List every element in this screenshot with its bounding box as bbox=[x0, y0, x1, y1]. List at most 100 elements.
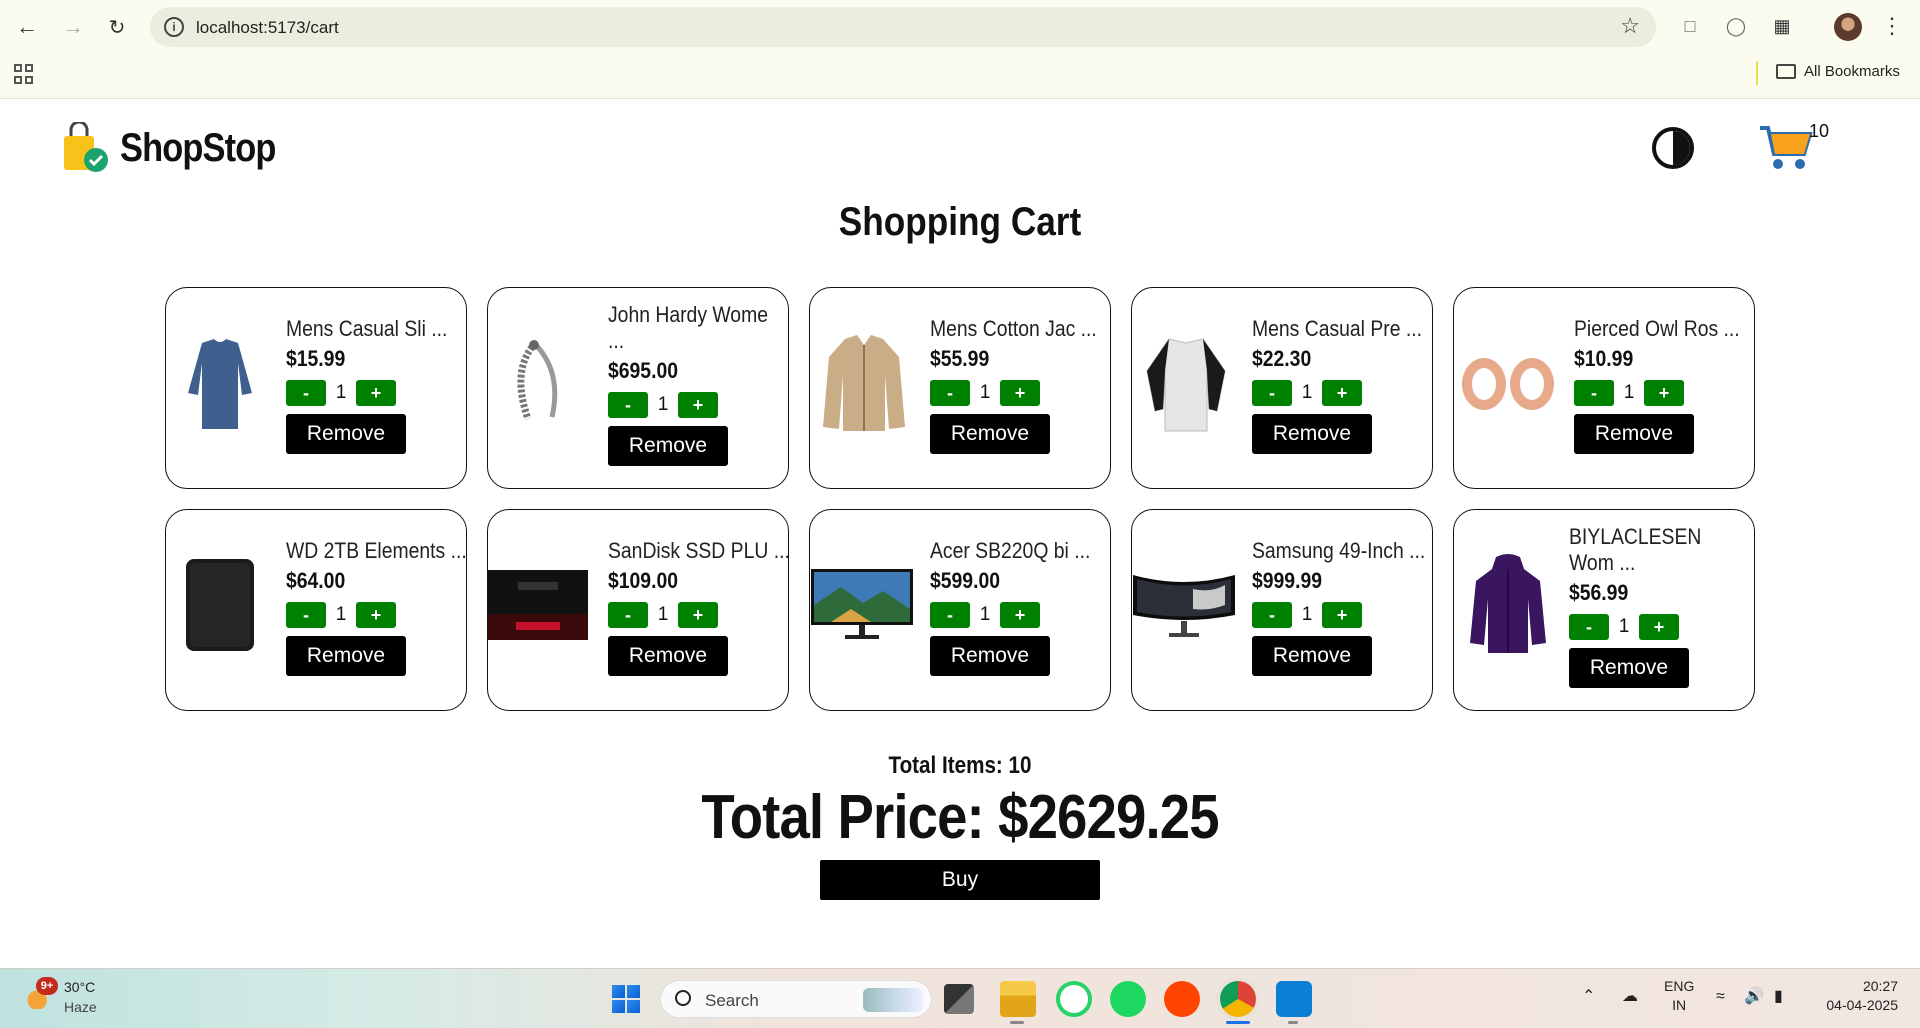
extension-shield-icon[interactable]: ◯ bbox=[1722, 12, 1750, 40]
reddit-icon[interactable] bbox=[1164, 981, 1200, 1017]
search-icon bbox=[675, 990, 691, 1006]
wifi-icon[interactable]: ≈ bbox=[1716, 987, 1725, 1006]
increase-qty-button[interactable]: + bbox=[1644, 380, 1684, 406]
product-name[interactable]: Mens Casual Pre ... bbox=[1252, 316, 1422, 342]
language-indicator[interactable]: ENG IN bbox=[1664, 977, 1694, 1015]
increase-qty-button[interactable]: + bbox=[356, 380, 396, 406]
product-image bbox=[170, 328, 270, 438]
search-highlight-image bbox=[863, 988, 923, 1012]
total-price: Total Price: $2629.25 bbox=[701, 783, 1219, 852]
decrease-qty-button[interactable]: - bbox=[608, 392, 648, 418]
search-label: Search bbox=[705, 991, 759, 1010]
spotify-icon[interactable] bbox=[1110, 981, 1146, 1017]
extensions-puzzle-icon[interactable]: ▦ bbox=[1768, 12, 1796, 40]
remove-button[interactable]: Remove bbox=[1252, 636, 1372, 676]
extension-code-icon[interactable]: □ bbox=[1676, 12, 1704, 40]
decrease-qty-button[interactable]: - bbox=[608, 602, 648, 628]
reload-icon[interactable]: ↻ bbox=[100, 10, 134, 44]
weather-badge: 9+ bbox=[36, 977, 58, 995]
product-name[interactable]: SanDisk SSD PLU ... bbox=[608, 538, 790, 564]
file-explorer-icon[interactable] bbox=[1000, 981, 1036, 1017]
windows-start-icon[interactable] bbox=[612, 985, 640, 1013]
ssd-image-icon bbox=[488, 570, 588, 640]
product-price: $599.00 bbox=[930, 568, 1000, 593]
clock[interactable]: 20:27 04-04-2025 bbox=[1818, 977, 1898, 1015]
chevron-up-icon[interactable]: ⌃ bbox=[1582, 987, 1595, 1006]
decrease-qty-button[interactable]: - bbox=[286, 602, 326, 628]
language-code: ENG bbox=[1664, 978, 1695, 994]
vscode-icon[interactable] bbox=[1276, 981, 1312, 1017]
weather-temperature[interactable]: 30°C bbox=[64, 979, 95, 995]
buy-button[interactable]: Buy bbox=[820, 860, 1100, 900]
decrease-qty-button[interactable]: - bbox=[1252, 602, 1292, 628]
remove-button[interactable]: Remove bbox=[608, 636, 728, 676]
increase-qty-button[interactable]: + bbox=[678, 392, 718, 418]
product-image bbox=[170, 550, 270, 660]
product-image bbox=[1458, 328, 1558, 438]
decrease-qty-button[interactable]: - bbox=[1569, 614, 1609, 640]
decrease-qty-button[interactable]: - bbox=[1252, 380, 1292, 406]
increase-qty-button[interactable]: + bbox=[678, 602, 718, 628]
decrease-qty-button[interactable]: - bbox=[930, 602, 970, 628]
total-items: Total Items: 10 bbox=[888, 752, 1032, 779]
decrease-qty-button[interactable]: - bbox=[1574, 380, 1614, 406]
product-price: $55.99 bbox=[930, 346, 990, 371]
apps-grid-icon[interactable] bbox=[14, 64, 34, 84]
task-view-icon[interactable] bbox=[944, 984, 974, 1014]
remove-button[interactable]: Remove bbox=[930, 414, 1050, 454]
remove-button[interactable]: Remove bbox=[608, 426, 728, 466]
product-name[interactable]: BIYLACLESEN Wom ... bbox=[1569, 524, 1736, 576]
volume-icon[interactable]: 🔊 bbox=[1744, 987, 1764, 1006]
weather-condition[interactable]: Haze bbox=[64, 999, 97, 1015]
product-price: $695.00 bbox=[608, 358, 678, 383]
decrease-qty-button[interactable]: - bbox=[930, 380, 970, 406]
back-icon[interactable]: ← bbox=[10, 10, 44, 44]
whatsapp-icon[interactable] bbox=[1056, 981, 1092, 1017]
product-name[interactable]: Mens Cotton Jac ... bbox=[930, 316, 1097, 342]
increase-qty-button[interactable]: + bbox=[1639, 614, 1679, 640]
explorer-running-indicator bbox=[1010, 1021, 1024, 1024]
product-name[interactable]: WD 2TB Elements ... bbox=[286, 538, 467, 564]
onedrive-cloud-icon[interactable]: ☁ bbox=[1622, 987, 1638, 1006]
cart-icon[interactable] bbox=[1758, 122, 1814, 172]
remove-button[interactable]: Remove bbox=[1574, 414, 1694, 454]
product-price: $10.99 bbox=[1574, 346, 1634, 371]
battery-icon[interactable]: ▮ bbox=[1774, 987, 1783, 1006]
remove-button[interactable]: Remove bbox=[930, 636, 1050, 676]
remove-button[interactable]: Remove bbox=[1569, 648, 1689, 688]
quantity-value: 1 bbox=[1618, 616, 1630, 637]
increase-qty-button[interactable]: + bbox=[1000, 380, 1040, 406]
increase-qty-button[interactable]: + bbox=[1000, 602, 1040, 628]
shopstop-logo-icon[interactable] bbox=[58, 122, 110, 174]
profile-avatar[interactable] bbox=[1834, 13, 1862, 41]
remove-button[interactable]: Remove bbox=[286, 414, 406, 454]
product-price: $999.99 bbox=[1252, 568, 1322, 593]
taskbar-search[interactable]: Search bbox=[660, 980, 932, 1018]
remove-button[interactable]: Remove bbox=[286, 636, 406, 676]
quantity-value: 1 bbox=[335, 604, 347, 625]
forward-icon[interactable]: → bbox=[56, 10, 90, 44]
raglan-tee-image-icon bbox=[1146, 338, 1226, 432]
site-info-icon[interactable]: i bbox=[164, 17, 184, 37]
bookmark-star-icon[interactable]: ☆ bbox=[1620, 13, 1640, 39]
all-bookmarks-button[interactable]: All Bookmarks bbox=[1776, 63, 1900, 80]
remove-button[interactable]: Remove bbox=[1252, 414, 1372, 454]
increase-qty-button[interactable]: + bbox=[1322, 380, 1362, 406]
theme-toggle-icon[interactable] bbox=[1652, 127, 1694, 169]
increase-qty-button[interactable]: + bbox=[356, 602, 396, 628]
brand-name[interactable]: ShopStop bbox=[120, 126, 276, 171]
product-name[interactable]: Samsung 49-Inch ... bbox=[1252, 538, 1425, 564]
folder-icon bbox=[1776, 64, 1796, 79]
menu-kebab-icon[interactable]: ⋮ bbox=[1878, 12, 1906, 40]
clock-date: 04-04-2025 bbox=[1826, 997, 1898, 1013]
chrome-icon[interactable] bbox=[1220, 981, 1256, 1017]
decrease-qty-button[interactable]: - bbox=[286, 380, 326, 406]
url-text[interactable]: localhost:5173/cart bbox=[196, 18, 339, 38]
product-image bbox=[488, 550, 588, 660]
product-name[interactable]: John Hardy Wome ... bbox=[608, 302, 784, 354]
product-name[interactable]: Pierced Owl Ros ... bbox=[1574, 316, 1740, 342]
address-bar[interactable]: i localhost:5173/cart ☆ bbox=[150, 7, 1656, 47]
increase-qty-button[interactable]: + bbox=[1322, 602, 1362, 628]
product-name[interactable]: Acer SB220Q bi ... bbox=[930, 538, 1090, 564]
product-name[interactable]: Mens Casual Sli ... bbox=[286, 316, 447, 342]
